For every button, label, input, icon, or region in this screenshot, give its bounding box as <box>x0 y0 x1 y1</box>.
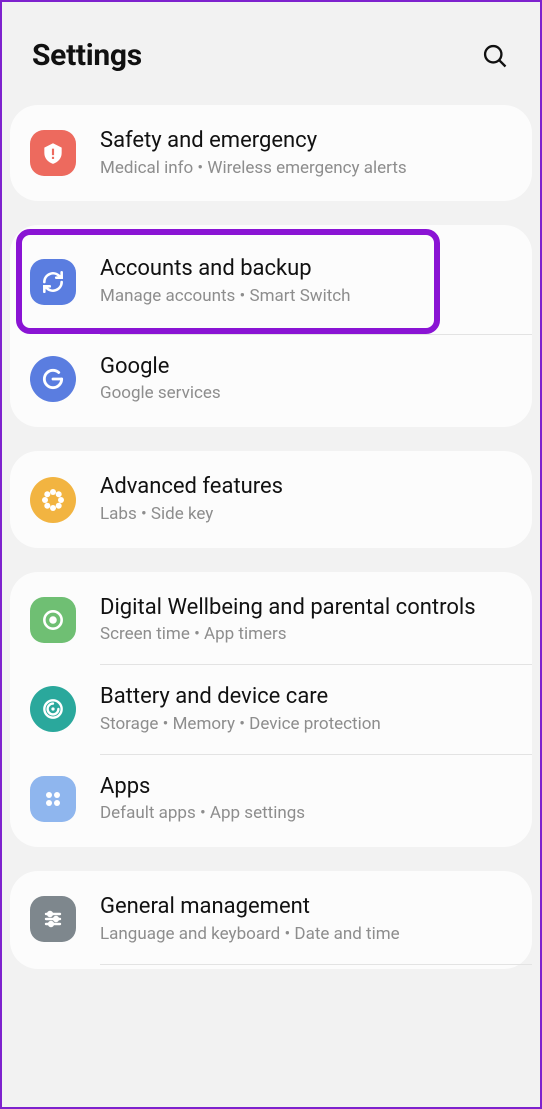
row-sub: Language and keyboard • Date and time <box>100 923 512 946</box>
row-title: Advanced features <box>100 473 512 501</box>
row-apps[interactable]: Apps Default apps • App settings <box>10 755 532 843</box>
row-title: General management <box>100 893 512 921</box>
device-care-icon <box>30 686 76 732</box>
google-icon <box>30 356 76 402</box>
settings-screen: Settings Safety and emergency Med <box>2 2 540 1107</box>
settings-group: Safety and emergency Medical info • Wire… <box>10 105 532 201</box>
emergency-icon <box>30 130 76 176</box>
row-body: Accounts and backup Manage accounts • Sm… <box>100 255 512 307</box>
header: Settings <box>10 10 532 105</box>
row-general-management[interactable]: General management Language and keyboard… <box>10 875 532 963</box>
row-sub: Default apps • App settings <box>100 802 512 825</box>
row-title: Apps <box>100 773 512 801</box>
sliders-icon <box>30 896 76 942</box>
settings-group: Advanced features Labs • Side key <box>10 451 532 547</box>
row-body: Safety and emergency Medical info • Wire… <box>100 127 512 179</box>
search-icon <box>481 42 509 70</box>
gear-flower-icon <box>30 477 76 523</box>
wellbeing-icon <box>30 597 76 643</box>
row-sub: Google services <box>100 382 512 405</box>
row-body: Apps Default apps • App settings <box>100 773 512 825</box>
row-safety-emergency[interactable]: Safety and emergency Medical info • Wire… <box>10 109 532 197</box>
row-digital-wellbeing[interactable]: Digital Wellbeing and parental controls … <box>10 576 532 664</box>
row-sub: Storage • Memory • Device protection <box>100 713 512 736</box>
row-body: Google Google services <box>100 353 512 405</box>
row-accounts-backup[interactable]: Accounts and backup Manage accounts • Sm… <box>10 229 532 333</box>
search-button[interactable] <box>478 39 512 73</box>
row-advanced-features[interactable]: Advanced features Labs • Side key <box>10 455 532 543</box>
row-sub: Medical info • Wireless emergency alerts <box>100 157 512 180</box>
row-body: Advanced features Labs • Side key <box>100 473 512 525</box>
row-google[interactable]: Google Google services <box>10 335 532 423</box>
settings-group: Accounts and backup Manage accounts • Sm… <box>10 225 532 427</box>
apps-icon <box>30 776 76 822</box>
settings-group: Digital Wellbeing and parental controls … <box>10 572 532 847</box>
sync-icon <box>30 259 76 305</box>
row-title: Accounts and backup <box>100 255 512 283</box>
row-body: Digital Wellbeing and parental controls … <box>100 594 512 646</box>
row-sub: Screen time • App timers <box>100 623 512 646</box>
row-battery-device-care[interactable]: Battery and device care Storage • Memory… <box>10 665 532 753</box>
settings-group: General management Language and keyboard… <box>10 871 532 968</box>
row-sub: Manage accounts • Smart Switch <box>100 285 512 308</box>
row-title: Google <box>100 353 512 381</box>
row-title: Digital Wellbeing and parental controls <box>100 594 512 622</box>
row-body: Battery and device care Storage • Memory… <box>100 683 512 735</box>
row-title: Safety and emergency <box>100 127 512 155</box>
divider <box>100 964 532 965</box>
page-title: Settings <box>32 38 142 73</box>
row-body: General management Language and keyboard… <box>100 893 512 945</box>
row-sub: Labs • Side key <box>100 503 512 526</box>
row-title: Battery and device care <box>100 683 512 711</box>
